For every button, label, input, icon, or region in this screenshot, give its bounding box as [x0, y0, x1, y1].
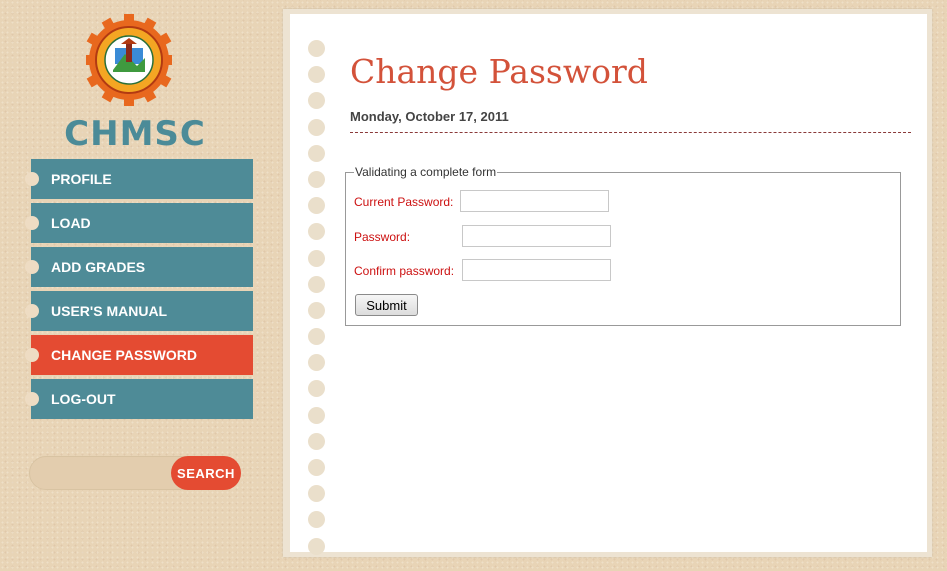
binder-hole — [308, 170, 325, 188]
nav-item-label: CHANGE PASSWORD — [51, 347, 197, 363]
binder-hole — [308, 223, 325, 241]
page-title: Change Password — [350, 52, 648, 91]
nav-item-users-manual[interactable]: USER'S MANUAL — [25, 291, 253, 331]
nav-item-add-grades[interactable]: ADD GRADES — [25, 247, 253, 287]
binder-hole — [308, 485, 325, 503]
binder-hole — [308, 40, 325, 57]
page-date: Monday, October 17, 2011 — [350, 109, 509, 124]
logo-text: CHMSC — [64, 114, 206, 154]
binder-hole — [308, 197, 325, 215]
nav-item-profile[interactable]: PROFILE — [25, 159, 253, 199]
current-password-label: Current Password: — [354, 195, 454, 209]
binder-hole — [308, 66, 325, 84]
confirm-password-input[interactable] — [462, 259, 611, 281]
nav-notch — [25, 348, 39, 362]
binder-hole — [308, 328, 325, 346]
submit-button[interactable]: Submit — [355, 294, 418, 316]
content-paper: Change Password Monday, October 17, 2011… — [283, 9, 932, 557]
binder-hole — [308, 301, 325, 319]
binder-hole — [308, 275, 325, 293]
nav-notch — [25, 392, 39, 406]
binder-hole — [308, 144, 325, 162]
binder-hole — [308, 432, 325, 450]
college-logo[interactable]: CHMSC — [48, 14, 222, 154]
binder-hole — [308, 406, 325, 424]
nav-notch — [25, 304, 39, 318]
password-input[interactable] — [462, 225, 611, 247]
nav-item-change-password[interactable]: CHANGE PASSWORD — [25, 335, 253, 375]
nav-notch — [25, 260, 39, 274]
binder-hole — [308, 537, 325, 555]
binder-hole — [308, 511, 325, 529]
college-seal-icon — [86, 14, 172, 106]
search-button[interactable]: SEARCH — [171, 456, 241, 490]
binder-hole — [308, 354, 325, 372]
sidebar-nav: PROFILE LOAD ADD GRADES USER'S MANUAL CH… — [25, 159, 253, 423]
password-label: Password: — [354, 230, 411, 244]
form-legend: Validating a complete form — [355, 165, 497, 179]
sidebar: CHMSC PROFILE LOAD ADD GRADES USER'S MAN… — [0, 0, 283, 571]
nav-item-load[interactable]: LOAD — [25, 203, 253, 243]
binder-hole — [308, 459, 325, 476]
binder-hole — [308, 118, 325, 136]
binder-hole — [308, 92, 325, 110]
notebook-holes — [308, 40, 326, 564]
nav-notch — [25, 172, 39, 186]
search-box: SEARCH — [29, 456, 241, 490]
nav-item-label: USER'S MANUAL — [51, 303, 168, 319]
nav-item-log-out[interactable]: LOG-OUT — [25, 379, 253, 419]
nav-item-label: ADD GRADES — [51, 259, 146, 275]
title-divider — [350, 132, 911, 133]
nav-item-label: LOG-OUT — [51, 391, 116, 407]
binder-hole — [308, 249, 325, 267]
content-page: Change Password Monday, October 17, 2011… — [290, 14, 927, 555]
current-password-input[interactable] — [460, 190, 609, 212]
nav-notch — [25, 216, 39, 230]
confirm-password-label: Confirm password: — [354, 264, 455, 278]
nav-item-label: LOAD — [51, 215, 91, 231]
binder-hole — [308, 380, 325, 398]
nav-item-label: PROFILE — [51, 171, 112, 187]
change-password-form: Validating a complete form Current Passw… — [345, 165, 901, 326]
